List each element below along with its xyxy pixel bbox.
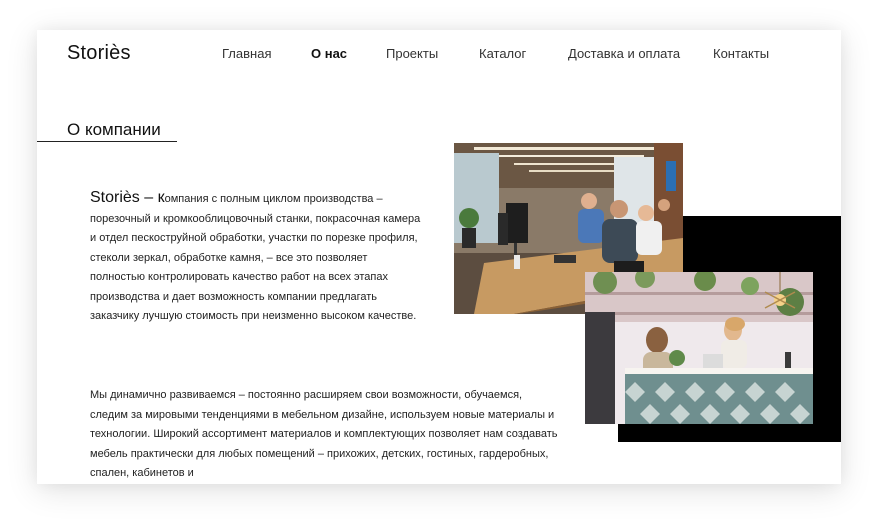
section-title: О компании [67, 120, 161, 139]
intro-dash: – к [139, 189, 165, 206]
intro-text: омпания с полным циклом производства – п… [90, 193, 421, 322]
page-card: Storiès Главная О нас Проекты Каталог До… [37, 30, 841, 484]
nav-item-about[interactable]: О нас [311, 46, 347, 61]
logo[interactable]: Storiès [67, 42, 131, 65]
nav-item-contacts[interactable]: Контакты [713, 46, 769, 61]
intro-brand: Storiès [90, 189, 140, 206]
nav-item-catalog[interactable]: Каталог [479, 46, 526, 61]
title-underline [37, 141, 177, 142]
reception-photo [585, 272, 813, 424]
development-paragraph: Мы динамично развиваемся – постоянно рас… [90, 389, 558, 479]
nav-item-delivery[interactable]: Доставка и оплата [568, 46, 680, 61]
nav-item-projects[interactable]: Проекты [386, 46, 438, 61]
nav-item-home[interactable]: Главная [222, 46, 271, 61]
intro-paragraph: Storiès – компания с полным циклом произ… [90, 188, 422, 327]
